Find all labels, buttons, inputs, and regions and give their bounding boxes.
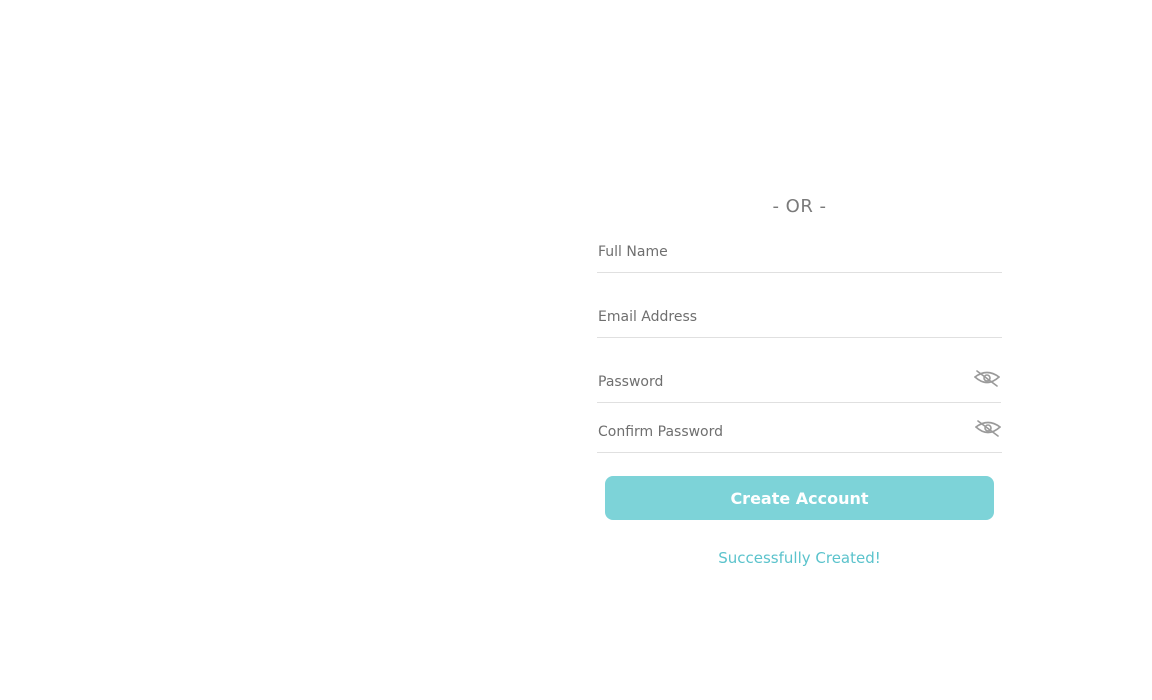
signup-page: - OR - Full Name Email Address Create Ac… xyxy=(0,0,1152,700)
full-name-field xyxy=(597,238,1002,273)
eye-off-icon[interactable] xyxy=(973,370,1001,390)
password-field xyxy=(597,368,1001,403)
confirm-password-field xyxy=(597,418,1002,453)
success-message: Successfully Created! xyxy=(718,549,881,567)
left-panel xyxy=(0,0,576,700)
or-divider: - OR - xyxy=(772,196,827,217)
eye-off-icon[interactable] xyxy=(974,420,1002,440)
confirm-password-input[interactable] xyxy=(597,418,958,446)
full-name-input[interactable] xyxy=(597,238,958,266)
create-account-button[interactable]: Create Account xyxy=(605,476,994,520)
password-input[interactable] xyxy=(597,368,958,396)
signup-form: - OR - Full Name Email Address Create Ac… xyxy=(597,0,1002,700)
email-field xyxy=(597,303,1002,338)
email-input[interactable] xyxy=(597,303,958,331)
